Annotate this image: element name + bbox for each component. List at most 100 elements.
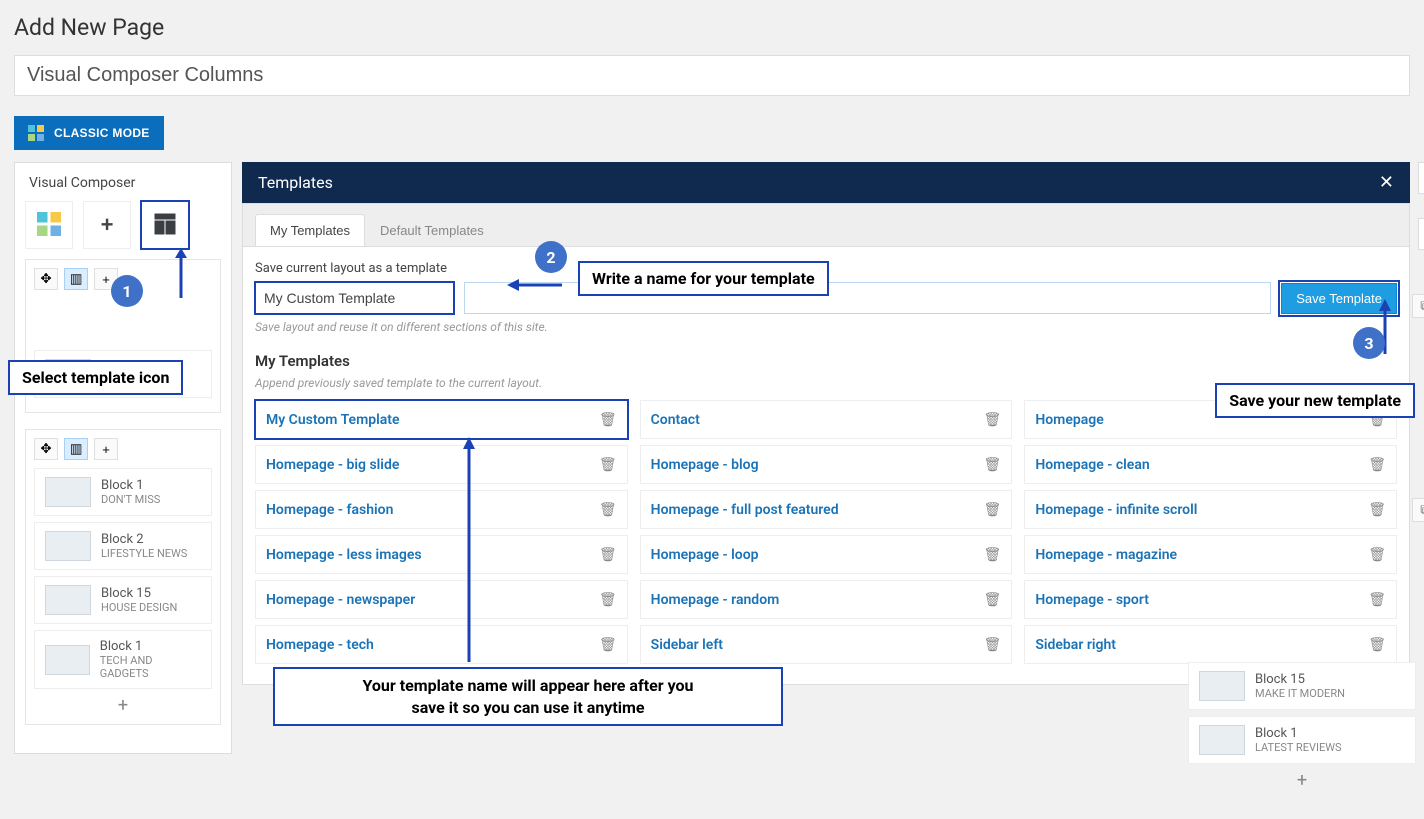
block-thumb-icon [45, 645, 90, 675]
add-element-inline[interactable]: + [34, 695, 212, 716]
template-link[interactable]: Contact [651, 412, 700, 428]
visual-composer-icon [37, 212, 61, 239]
copy-icon: ⧉ [1420, 502, 1424, 518]
template-link[interactable]: Homepage - big slide [266, 457, 399, 473]
template-link[interactable]: Homepage - fashion [266, 502, 393, 518]
plus-icon: + [101, 212, 114, 238]
template-item[interactable]: Homepage - newspaper 🗑 [255, 580, 628, 619]
vc-panel-title: Visual Composer [29, 175, 217, 191]
panel-settings-button[interactable]: ⚙ [1418, 218, 1424, 250]
block-title: Block 15 [1255, 672, 1345, 687]
block-thumb-icon [1199, 671, 1245, 701]
template-item[interactable]: Homepage - magazine 🗑 [1024, 535, 1397, 574]
template-item[interactable]: Homepage - less images 🗑 [255, 535, 628, 574]
template-delete-button[interactable]: 🗑 [984, 636, 1002, 653]
template-delete-button[interactable]: 🗑 [984, 456, 1002, 473]
save-hint: Save layout and reuse it on different se… [255, 320, 1397, 334]
block-card[interactable]: Block 15 HOUSE DESIGN [34, 576, 212, 624]
row-clone-button[interactable]: ⧉ [1412, 498, 1424, 522]
tab-default-templates[interactable]: Default Templates [365, 214, 499, 246]
add-element-button[interactable]: + [83, 201, 131, 249]
template-delete-button[interactable]: 🗑 [599, 546, 617, 563]
template-item[interactable]: Contact 🗑 [640, 400, 1013, 439]
template-link[interactable]: Homepage - less images [266, 547, 422, 563]
template-item[interactable]: Homepage - fashion 🗑 [255, 490, 628, 529]
columns-icon: ▥ [70, 441, 83, 457]
template-item[interactable]: Homepage - infinite scroll 🗑 [1024, 490, 1397, 529]
row-layout-button[interactable]: ▥ [64, 268, 88, 290]
move-icon: ✥ [40, 441, 51, 457]
block-card[interactable]: Block 15 MAKE IT MODERN [1188, 662, 1416, 710]
close-icon: ✕ [1379, 172, 1394, 192]
modal-close-button[interactable]: ✕ [1379, 172, 1394, 193]
template-link[interactable]: Homepage - tech [266, 637, 374, 653]
template-delete-button[interactable]: 🗑 [1368, 501, 1386, 518]
block-card[interactable]: Block 2 LIFESTYLE NEWS [34, 522, 212, 570]
tab-my-templates[interactable]: My Templates [255, 214, 365, 246]
template-delete-button[interactable]: 🗑 [1368, 546, 1386, 563]
template-item[interactable]: Homepage - sport 🗑 [1024, 580, 1397, 619]
page-title-input[interactable] [14, 55, 1410, 96]
template-item[interactable]: Sidebar right 🗑 [1024, 625, 1397, 664]
template-link[interactable]: Homepage - full post featured [651, 502, 839, 518]
template-delete-button[interactable]: 🗑 [599, 456, 617, 473]
block-title: Block 2 [101, 532, 187, 547]
template-delete-button[interactable]: 🗑 [984, 546, 1002, 563]
template-item[interactable]: Homepage - tech 🗑 [255, 625, 628, 664]
block-subtitle: MAKE IT MODERN [1255, 687, 1345, 700]
move-handle[interactable]: ✥ [34, 268, 58, 290]
callout-select-template: Select template icon [8, 360, 183, 395]
template-link[interactable]: Homepage - magazine [1035, 547, 1177, 563]
block-subtitle: LIFESTYLE NEWS [101, 547, 187, 560]
template-item[interactable]: Homepage - blog 🗑 [640, 445, 1013, 484]
plus-icon: + [102, 442, 110, 457]
template-item[interactable]: Homepage - random 🗑 [640, 580, 1013, 619]
template-link[interactable]: Homepage - random [651, 592, 780, 608]
template-delete-button[interactable]: 🗑 [984, 411, 1002, 428]
row-layout-button[interactable]: ▥ [64, 438, 88, 460]
template-delete-button[interactable]: 🗑 [984, 501, 1002, 518]
vc-logo-button[interactable] [25, 201, 73, 249]
template-link[interactable]: Homepage - sport [1035, 592, 1149, 608]
template-delete-button[interactable]: 🗑 [599, 636, 617, 653]
block-card[interactable]: Block 1 TECH AND GADGETS [34, 630, 212, 689]
template-item[interactable]: Homepage - loop 🗑 [640, 535, 1013, 574]
template-name-input[interactable] [255, 282, 454, 314]
classic-mode-button[interactable]: CLASSIC MODE [14, 116, 164, 150]
template-link[interactable]: Sidebar right [1035, 637, 1116, 653]
template-item[interactable]: My Custom Template 🗑 [255, 400, 628, 439]
block-card[interactable]: Block 1 DON'T MISS [34, 468, 212, 516]
block-title: Block 1 [100, 639, 201, 654]
template-delete-button[interactable]: 🗑 [599, 501, 617, 518]
template-delete-button[interactable]: 🗑 [1368, 591, 1386, 608]
template-link[interactable]: Homepage - infinite scroll [1035, 502, 1197, 518]
my-templates-heading: My Templates [255, 352, 1397, 370]
template-item[interactable]: Sidebar left 🗑 [640, 625, 1013, 664]
template-link[interactable]: My Custom Template [266, 412, 400, 428]
templates-grid: My Custom Template🗑Contact🗑Homepage🗑Home… [255, 400, 1397, 670]
template-link[interactable]: Homepage [1035, 412, 1103, 428]
template-link[interactable]: Homepage - blog [651, 457, 759, 473]
template-delete-button[interactable]: 🗑 [1368, 636, 1386, 653]
block-subtitle: DON'T MISS [101, 493, 160, 506]
template-delete-button[interactable]: 🗑 [599, 591, 617, 608]
template-item[interactable]: Homepage - full post featured 🗑 [640, 490, 1013, 529]
template-delete-button[interactable]: 🗑 [984, 591, 1002, 608]
move-handle[interactable]: ✥ [34, 438, 58, 460]
template-icon-button[interactable] [141, 201, 189, 249]
template-item[interactable]: Homepage - big slide 🗑 [255, 445, 628, 484]
panel-collapse-button[interactable]: ▴ [1418, 162, 1424, 194]
template-delete-button[interactable]: 🗑 [1368, 456, 1386, 473]
template-link[interactable]: Homepage - clean [1035, 457, 1149, 473]
block-card[interactable]: Block 1 LATEST REVIEWS [1188, 716, 1416, 764]
template-item[interactable]: Homepage - clean 🗑 [1024, 445, 1397, 484]
block-title: Block 1 [1255, 726, 1342, 741]
template-link[interactable]: Homepage - newspaper [266, 592, 415, 608]
template-delete-button[interactable]: 🗑 [599, 411, 617, 428]
row-clone-button[interactable]: ⧉ [1412, 294, 1424, 318]
template-icon [154, 213, 176, 238]
template-link[interactable]: Sidebar left [651, 637, 723, 653]
row-add-button[interactable]: + [94, 438, 118, 460]
add-element-inline[interactable]: + [1188, 770, 1416, 791]
template-link[interactable]: Homepage - loop [651, 547, 759, 563]
